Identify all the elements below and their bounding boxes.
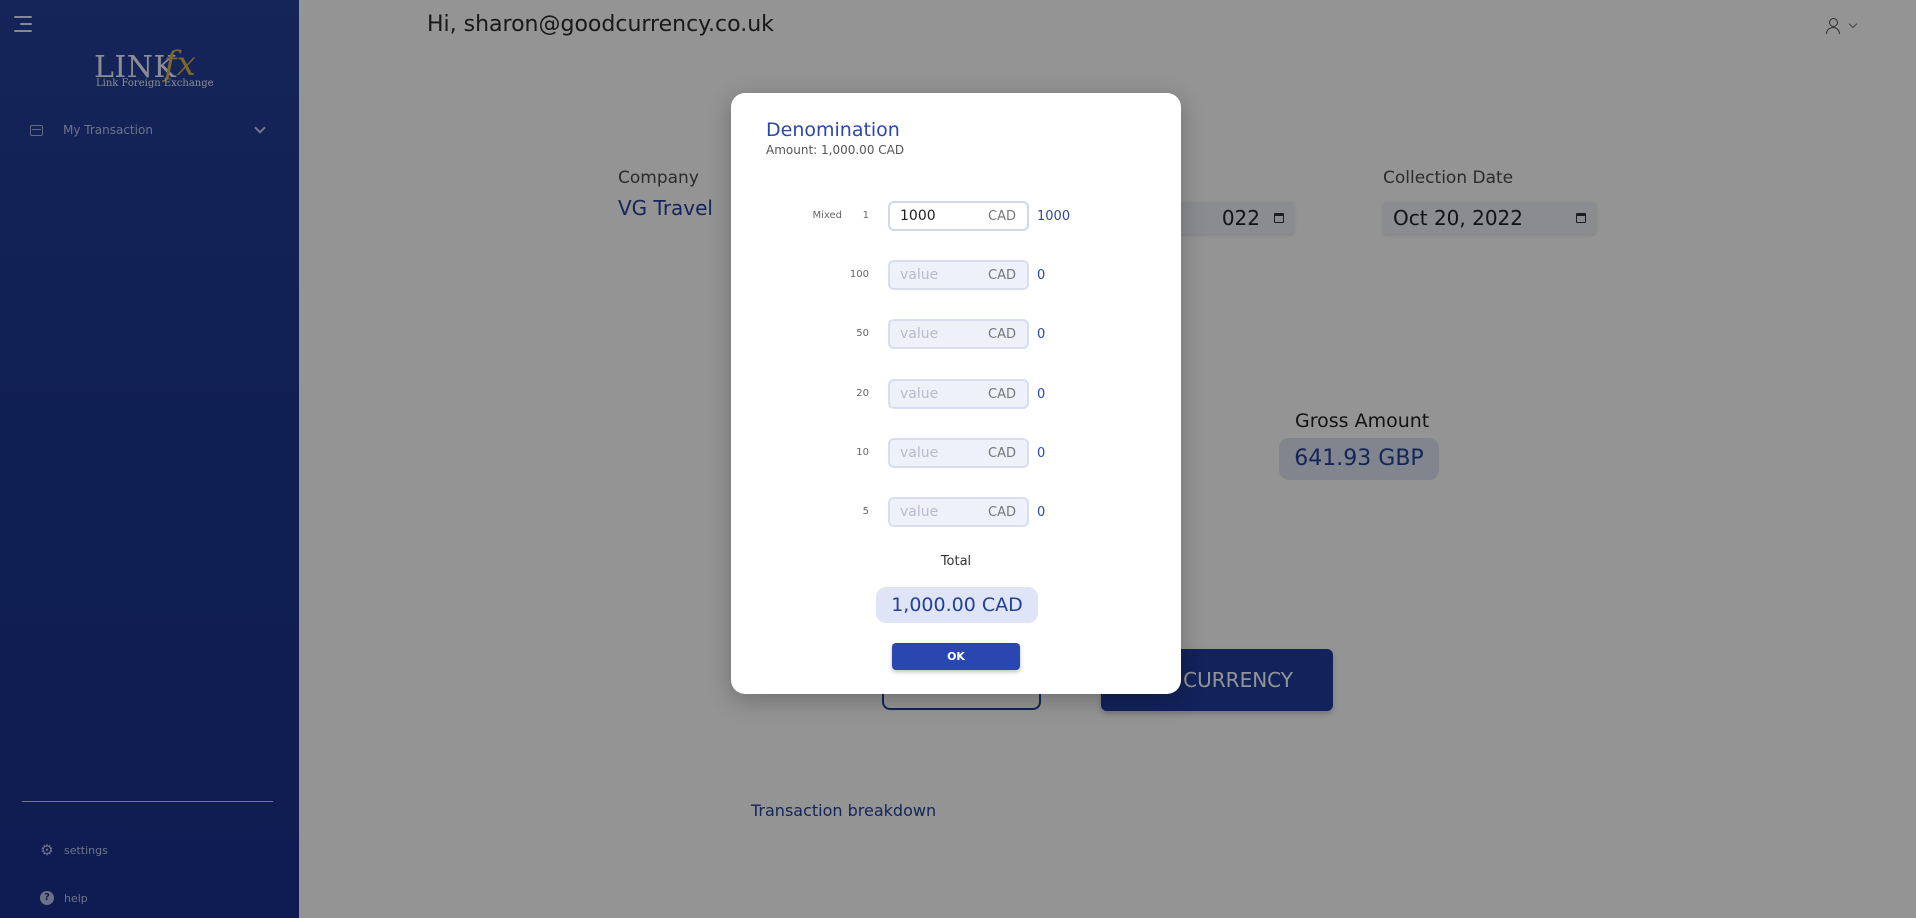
- denomination-row: 10 CAD 0: [731, 437, 1181, 469]
- currency-suffix: CAD: [988, 267, 1016, 283]
- denomination-input[interactable]: [890, 326, 986, 342]
- denomination-row: 100 CAD 0: [731, 259, 1181, 291]
- denomination-row: 20 CAD 0: [731, 378, 1181, 410]
- currency-suffix: CAD: [988, 326, 1016, 342]
- denomination-label: 20: [856, 388, 869, 399]
- denomination-input[interactable]: [890, 504, 986, 520]
- row-amount: 0: [1037, 327, 1046, 342]
- currency-suffix: CAD: [988, 208, 1016, 224]
- row-amount: 1000: [1037, 209, 1071, 224]
- denomination-field[interactable]: CAD: [888, 319, 1029, 349]
- total-label: Total: [940, 554, 972, 569]
- denomination-field[interactable]: CAD: [888, 201, 1029, 231]
- modal-title: Denomination: [766, 119, 900, 141]
- denomination-modal: Denomination Amount: 1,000.00 CAD Mixed …: [731, 93, 1181, 694]
- denomination-input[interactable]: [890, 445, 986, 461]
- row-amount: 0: [1037, 387, 1046, 402]
- denomination-label: 10: [856, 447, 869, 458]
- denomination-field[interactable]: CAD: [888, 438, 1029, 468]
- denomination-label: 100: [849, 269, 869, 280]
- row-amount: 0: [1037, 446, 1046, 461]
- denomination-input[interactable]: [890, 208, 986, 224]
- ok-button[interactable]: OK: [892, 643, 1020, 670]
- denomination-input[interactable]: [890, 386, 986, 402]
- currency-suffix: CAD: [988, 504, 1016, 520]
- row-tag: Mixed: [812, 210, 842, 221]
- total-value: 1,000.00 CAD: [876, 587, 1038, 623]
- denomination-row: 5 CAD 0: [731, 496, 1181, 528]
- denomination-input[interactable]: [890, 267, 986, 283]
- currency-suffix: CAD: [988, 445, 1016, 461]
- denomination-field[interactable]: CAD: [888, 497, 1029, 527]
- denomination-field[interactable]: CAD: [888, 260, 1029, 290]
- denomination-label: 50: [856, 328, 869, 339]
- denomination-field[interactable]: CAD: [888, 379, 1029, 409]
- denomination-row: 50 CAD 0: [731, 318, 1181, 350]
- modal-subtitle: Amount: 1,000.00 CAD: [766, 143, 905, 157]
- row-amount: 0: [1037, 505, 1046, 520]
- currency-suffix: CAD: [988, 386, 1016, 402]
- denomination-row: Mixed 1 CAD 1000: [731, 200, 1181, 232]
- denomination-label: 1: [862, 210, 869, 221]
- denomination-label: 5: [862, 506, 869, 517]
- row-amount: 0: [1037, 268, 1046, 283]
